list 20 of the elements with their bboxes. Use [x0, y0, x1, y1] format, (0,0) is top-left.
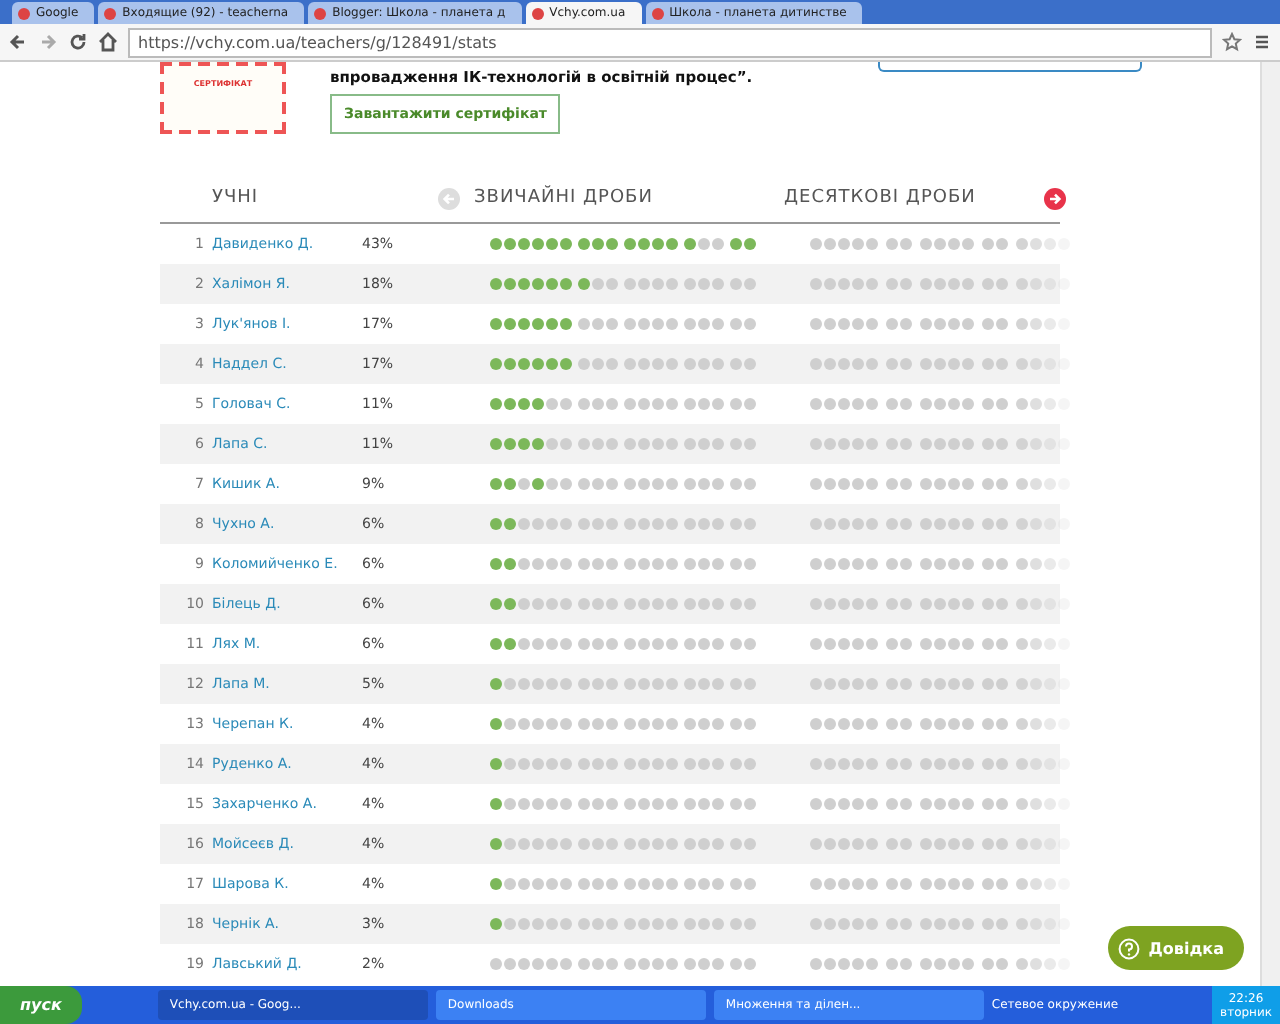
address-field[interactable]: https://vchy.com.ua/teachers/g/128491/stats	[128, 27, 1212, 57]
column-header: ДЕСЯТКОВІ ДРОБИ	[784, 188, 978, 208]
site-icon	[18, 7, 30, 19]
column-header: ЗВИЧАЙНІ ДРОБИ	[474, 188, 655, 208]
home-icon[interactable]	[98, 32, 118, 52]
reload-icon[interactable]	[68, 32, 88, 52]
start-button[interactable]: пуск	[0, 986, 82, 1024]
forward-icon[interactable]	[38, 32, 58, 52]
star-icon[interactable]	[1222, 32, 1242, 52]
column-header: УЧНІ	[212, 188, 261, 208]
help-button[interactable]: Довідка	[1108, 926, 1244, 970]
next-arrow-icon[interactable]	[1044, 187, 1066, 209]
site-icon	[314, 7, 327, 19]
site-icon	[531, 7, 544, 19]
back-icon[interactable]	[8, 32, 28, 52]
scrollbar[interactable]	[1260, 62, 1280, 986]
site-icon	[104, 7, 117, 19]
question-icon	[1118, 937, 1141, 959]
menu-icon[interactable]	[1252, 32, 1272, 52]
site-icon	[651, 7, 664, 19]
